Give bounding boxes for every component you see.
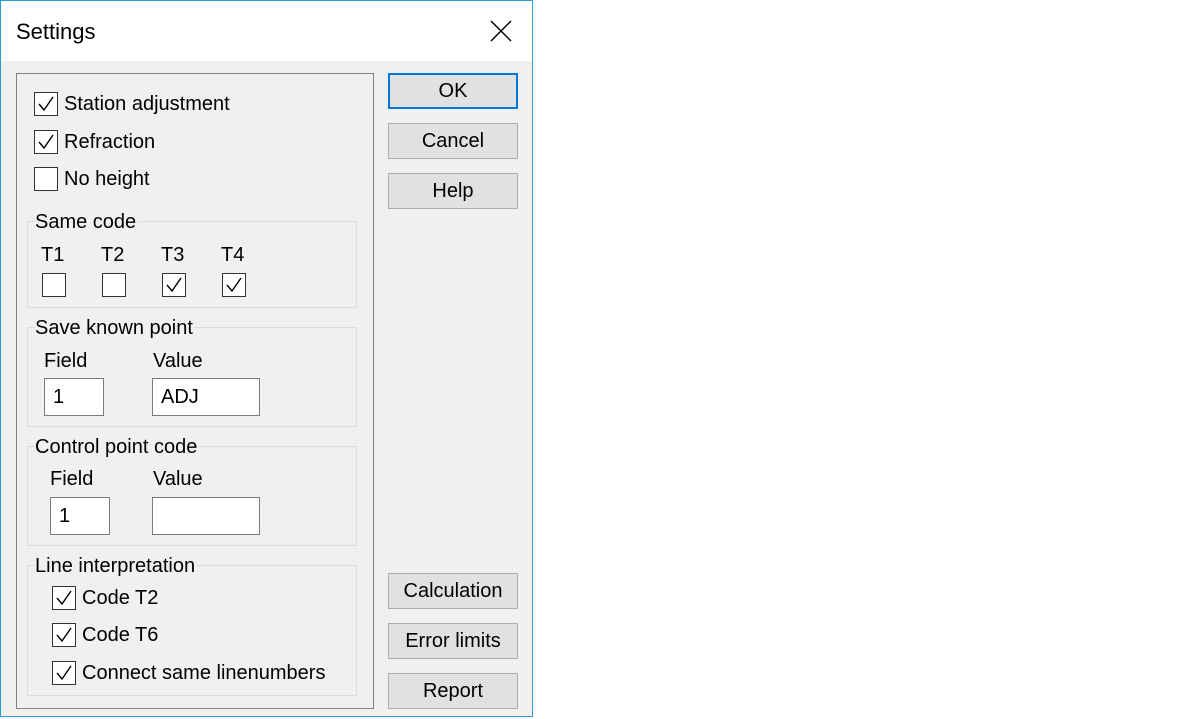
control-point-code-group: Control point code Field Value 1 — [27, 435, 357, 546]
checkmark-icon — [166, 277, 182, 293]
error-limits-button[interactable]: Error limits — [388, 623, 518, 659]
same-code-t2-label: T2 — [101, 244, 125, 266]
window-title: Settings — [16, 19, 96, 44]
save-known-point-group: Save known point Field Value 1 ADJ — [27, 316, 357, 427]
settings-panel: Station adjustment Refraction No height … — [16, 73, 374, 709]
checkmark-icon — [56, 590, 72, 606]
refraction-checkbox[interactable] — [34, 130, 58, 154]
control-point-code-value-input[interactable] — [152, 497, 260, 535]
code-t2-label: Code T2 — [82, 587, 159, 609]
save-known-point-value-input[interactable]: ADJ — [152, 378, 260, 416]
same-code-t2-checkbox[interactable] — [102, 273, 126, 297]
control-point-code-field-label: Field — [50, 468, 94, 490]
same-code-title: Same code — [35, 210, 139, 234]
ok-button[interactable]: OK — [388, 73, 518, 109]
save-known-point-field-label: Field — [44, 350, 88, 372]
control-point-code-field-input[interactable]: 1 — [50, 497, 110, 535]
close-icon — [490, 20, 512, 42]
code-t6-checkbox[interactable] — [52, 623, 76, 647]
cancel-button[interactable]: Cancel — [388, 123, 518, 159]
control-point-code-value-label: Value — [153, 468, 203, 490]
control-point-code-title: Control point code — [35, 435, 200, 459]
help-button[interactable]: Help — [388, 173, 518, 209]
save-known-point-value-label: Value — [153, 350, 203, 372]
checkmark-icon — [38, 96, 54, 112]
refraction-label: Refraction — [64, 131, 156, 153]
same-code-t4-label: T4 — [221, 244, 245, 266]
line-interpretation-group: Line interpretation Code T2 Code T6 Conn… — [27, 554, 357, 696]
line-interpretation-title: Line interpretation — [35, 554, 198, 578]
settings-dialog: Settings Station adjustment Refraction N… — [0, 0, 533, 717]
report-button[interactable]: Report — [388, 673, 518, 709]
same-code-group: Same code T1 T2 T3 T4 — [27, 210, 357, 308]
same-code-t3-checkbox[interactable] — [162, 273, 186, 297]
station-adjustment-label: Station adjustment — [64, 93, 230, 115]
same-code-t1-checkbox[interactable] — [42, 273, 66, 297]
station-adjustment-checkbox[interactable] — [34, 92, 58, 116]
checkmark-icon — [226, 277, 242, 293]
no-height-label: No height — [64, 168, 150, 190]
same-code-t1-label: T1 — [41, 244, 65, 266]
title-bar: Settings — [1, 1, 532, 61]
code-t6-label: Code T6 — [82, 624, 159, 646]
close-button[interactable] — [479, 11, 523, 51]
calculation-button[interactable]: Calculation — [388, 573, 518, 609]
save-known-point-title: Save known point — [35, 316, 195, 340]
checkmark-icon — [56, 665, 72, 681]
connect-same-linenumbers-checkbox[interactable] — [52, 661, 76, 685]
no-height-checkbox[interactable] — [34, 167, 58, 191]
checkmark-icon — [56, 627, 72, 643]
code-t2-checkbox[interactable] — [52, 586, 76, 610]
save-known-point-field-input[interactable]: 1 — [44, 378, 104, 416]
connect-same-linenumbers-label: Connect same linenumbers — [82, 662, 326, 684]
same-code-t4-checkbox[interactable] — [222, 273, 246, 297]
checkmark-icon — [38, 134, 54, 150]
same-code-t3-label: T3 — [161, 244, 185, 266]
